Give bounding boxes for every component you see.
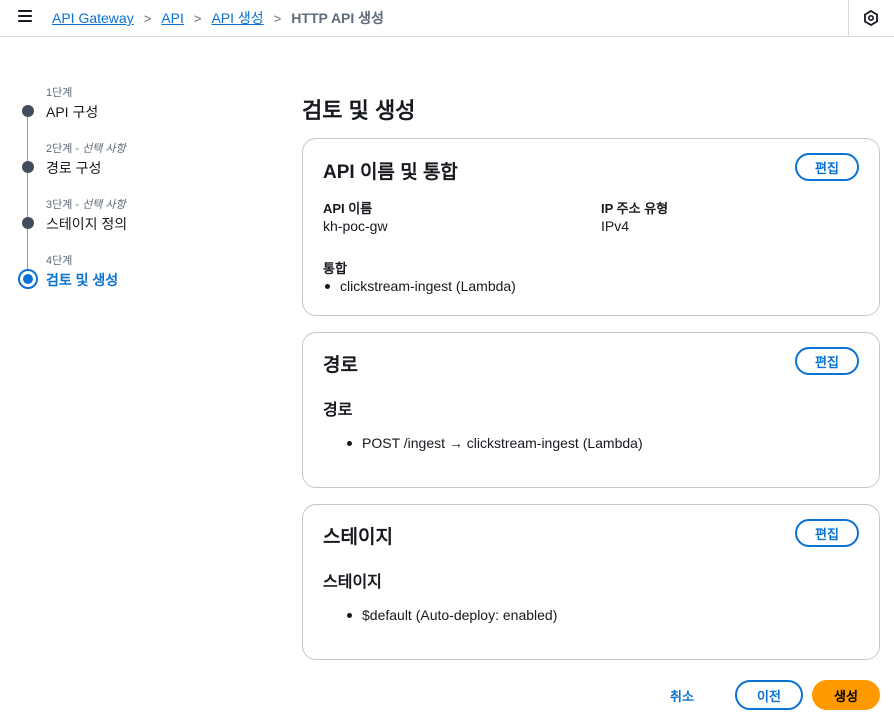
stages-subheading: 스테이지: [323, 574, 382, 591]
wizard-steps: 1단계 API 구성 2단계 - 선택 사항 경로 구성 3단계 - 선택 사항…: [18, 84, 268, 308]
wizard-step-1: 1단계 API 구성: [18, 84, 268, 140]
step-title-current: 검토 및 생성: [46, 272, 119, 288]
integration-label: 통합: [323, 261, 347, 276]
previous-button[interactable]: 이전: [735, 680, 803, 710]
bullet-icon: [347, 612, 352, 618]
card-title: API 이름 및 통합: [323, 162, 458, 183]
breadcrumb-current: HTTP API 생성: [291, 10, 384, 26]
ip-type-value: IPv4: [601, 218, 630, 234]
breadcrumb-api[interactable]: API: [161, 10, 184, 26]
card-title: 경로: [323, 355, 358, 376]
page-title: 검토 및 생성: [302, 98, 416, 123]
route-list-item: POST /ingest → clickstream-ingest (Lambd…: [347, 435, 643, 451]
cancel-button[interactable]: 취소: [670, 686, 694, 705]
step-indicator-icon: [22, 105, 34, 117]
integration-item-text: clickstream-ingest (Lambda): [340, 278, 516, 294]
bullet-icon: [347, 440, 352, 446]
stages-card: 스테이지 편집 스테이지 $default (Auto-deploy: enab…: [302, 504, 880, 660]
step-title[interactable]: API 구성: [46, 102, 98, 122]
edit-routes-button[interactable]: 편집: [795, 347, 859, 375]
step-connector: [27, 229, 28, 252]
step-connector: [27, 140, 28, 161]
step-number: 4단계: [46, 255, 73, 267]
wizard-step-2: 2단계 - 선택 사항 경로 구성: [18, 140, 268, 196]
chevron-right-icon: >: [193, 10, 202, 26]
step-number: 1단계: [46, 87, 73, 99]
create-button[interactable]: 생성: [812, 680, 880, 710]
breadcrumb-create-api[interactable]: API 생성: [211, 8, 263, 28]
step-connector: [27, 173, 28, 196]
step-connector: [27, 117, 28, 140]
step-optional: 선택 사항: [82, 199, 126, 211]
integration-list-item: clickstream-ingest (Lambda): [325, 278, 516, 294]
chevron-right-icon: >: [143, 10, 152, 26]
wizard-step-4: 4단계 검토 및 생성: [18, 252, 268, 308]
card-title: 스테이지: [323, 527, 393, 548]
stage-item-text: $default (Auto-deploy: enabled): [362, 607, 558, 623]
edit-api-button[interactable]: 편집: [795, 153, 859, 181]
api-details-card: API 이름 및 통합 편집 API 이름 kh-poc-gw IP 주소 유형…: [302, 138, 880, 316]
breadcrumb-api-gateway[interactable]: API Gateway: [52, 10, 134, 26]
stage-list-item: $default (Auto-deploy: enabled): [347, 607, 557, 623]
wizard-step-3: 3단계 - 선택 사항 스테이지 정의: [18, 196, 268, 252]
routes-card: 경로 편집 경로 POST /ingest → clickstream-inge…: [302, 332, 880, 488]
step-optional: 선택 사항: [82, 143, 126, 155]
api-name-label: API 이름: [323, 201, 373, 216]
api-name-value: kh-poc-gw: [323, 218, 388, 234]
route-item-text: POST /ingest → clickstream-ingest (Lambd…: [362, 435, 643, 451]
topbar-utility: [848, 0, 894, 36]
menu-icon[interactable]: [18, 10, 32, 22]
step-indicator-icon: [22, 217, 34, 229]
breadcrumb: API Gateway > API > API 생성 > HTTP API 생성: [52, 8, 384, 28]
edit-stages-button[interactable]: 편집: [795, 519, 859, 547]
bullet-icon: [325, 283, 330, 289]
step-indicator-icon: [22, 161, 34, 173]
step-connector: [27, 196, 28, 217]
top-navigation-bar: API Gateway > API > API 생성 > HTTP API 생성: [0, 0, 894, 37]
step-number: 3단계 - 선택 사항: [46, 199, 126, 211]
step-title[interactable]: 스테이지 정의: [46, 214, 127, 234]
step-number: 2단계 - 선택 사항: [46, 143, 126, 155]
step-connector: [27, 252, 28, 269]
step-title[interactable]: 경로 구성: [46, 158, 101, 178]
hexagon-settings-icon[interactable]: [863, 10, 879, 26]
chevron-right-icon: >: [273, 10, 282, 26]
step-current-indicator-icon: [18, 269, 38, 289]
routes-subheading: 경로: [323, 402, 353, 419]
ip-type-label: IP 주소 유형: [601, 201, 669, 216]
